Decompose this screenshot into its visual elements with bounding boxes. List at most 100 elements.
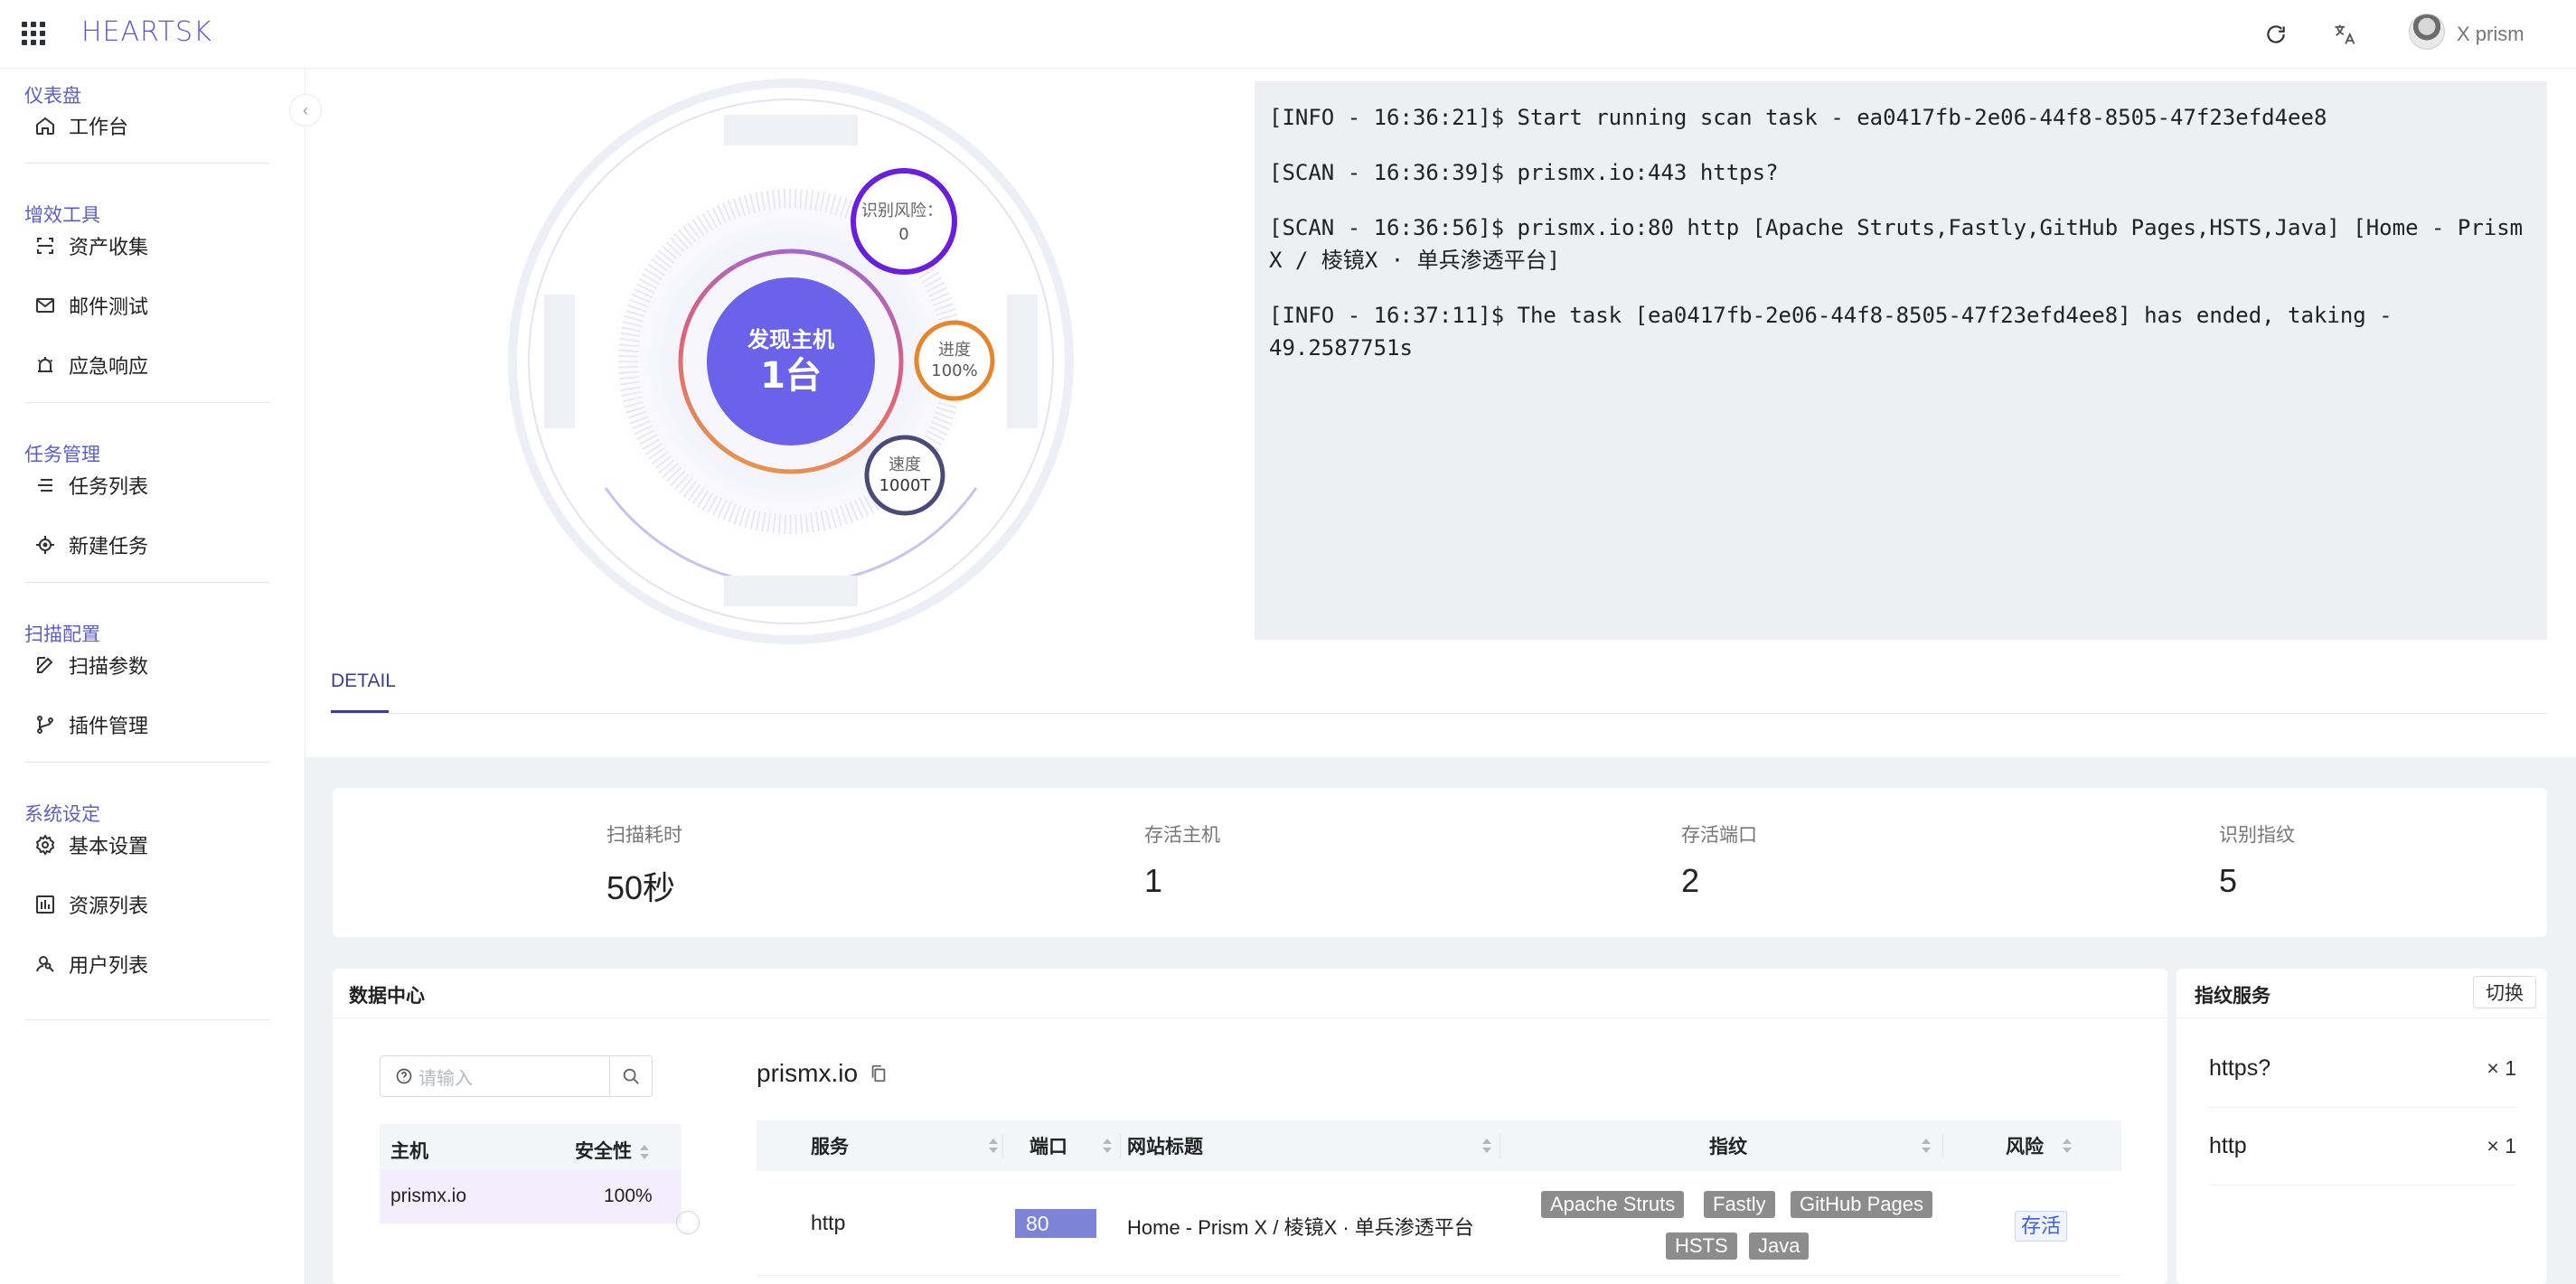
- progress-label: 进度: [938, 341, 971, 360]
- mail-icon: [36, 298, 54, 313]
- column-separator: [1942, 1134, 1943, 1157]
- collapse-sidebar-button[interactable]: ‹: [289, 94, 322, 127]
- sidebar-item-workbench[interactable]: 工作台: [34, 105, 128, 146]
- col-fingerprint: 指纹: [1709, 1137, 1747, 1157]
- username-label[interactable]: X prism: [2457, 23, 2524, 46]
- stat-fingerprints: 识别指纹 5: [2219, 820, 2295, 900]
- sidebar-item-scan-params[interactable]: 扫描参数: [34, 644, 148, 686]
- sidebar-item-asset-collection[interactable]: 资产收集: [34, 225, 148, 267]
- host-search: 请输入: [380, 1055, 653, 1097]
- sort-service[interactable]: [981, 1120, 999, 1171]
- sidebar-item-plugin-management[interactable]: 插件管理: [34, 704, 148, 745]
- scan-log-panel[interactable]: [INFO - 16:36:21]$ Start running scan ta…: [1255, 81, 2547, 640]
- copy-icon[interactable]: [869, 1063, 888, 1084]
- sidebar-item-basic-settings[interactable]: 基本设置: [34, 824, 148, 866]
- gear-icon: [35, 834, 55, 856]
- sort-icon: [1481, 1138, 1492, 1154]
- progress-value: 100%: [931, 361, 977, 380]
- col-service: 服务: [811, 1137, 849, 1157]
- sort-title[interactable]: [1474, 1120, 1492, 1171]
- nav-group-system-settings: 系统设定: [24, 804, 100, 825]
- safety-cell: 100%: [604, 1186, 653, 1206]
- sidebar-item-new-task[interactable]: 新建任务: [34, 524, 148, 566]
- sort-icon: [1102, 1138, 1113, 1154]
- sort-icon: [1921, 1138, 1932, 1154]
- edit-icon: [37, 657, 53, 673]
- table-row[interactable]: prismx.io 100%: [380, 1169, 682, 1223]
- search-placeholder: 请输入: [418, 1068, 473, 1089]
- refresh-button[interactable]: [2258, 16, 2294, 52]
- host-cell: prismx.io: [390, 1186, 467, 1206]
- log-line: [SCAN - 16:36:56]$ prismx.io:80 http [Ap…: [1269, 215, 2536, 273]
- sidebar-item-task-list[interactable]: 任务列表: [34, 464, 148, 506]
- stat-label: 存活主机: [1144, 825, 1220, 846]
- home-icon: [36, 117, 54, 135]
- stat-label: 识别指纹: [2219, 825, 2295, 846]
- column-separator: [1120, 1134, 1121, 1157]
- translate-icon: [2335, 24, 2355, 44]
- stat-label: 存活端口: [1681, 825, 1757, 846]
- fingerprint-tag: GitHub Pages: [1791, 1191, 1932, 1218]
- target-icon: [36, 536, 54, 554]
- host-search-input[interactable]: 请输入: [381, 1056, 610, 1096]
- service-cell: http: [811, 1211, 846, 1234]
- user-avatar[interactable]: [2409, 14, 2445, 50]
- radar-left-plate: [544, 295, 575, 428]
- radar-top-plate: [724, 115, 858, 145]
- risk-tag[interactable]: 存活: [2015, 1211, 2068, 1242]
- nav-divider: [24, 402, 270, 403]
- nav-divider: [24, 1019, 270, 1020]
- sort-risk[interactable]: [2054, 1120, 2073, 1171]
- list-item[interactable]: https? × 1: [2209, 1030, 2516, 1108]
- sidebar-item-label: 用户列表: [69, 954, 149, 977]
- col-safety: 安全性: [575, 1141, 632, 1162]
- sidebar-item-label: 应急响应: [69, 355, 149, 378]
- sidebar-item-label: 插件管理: [69, 715, 149, 737]
- log-line: [INFO - 16:36:21]$ Start running scan ta…: [1269, 105, 2327, 130]
- fingerprint-tag: Java: [1749, 1232, 1810, 1260]
- log-line: [INFO - 16:37:11]$ The task [ea0417fb-2e…: [1269, 303, 2406, 361]
- switch-button[interactable]: 切换: [2473, 976, 2536, 1008]
- sidebar-item-emergency-response[interactable]: 应急响应: [34, 344, 148, 386]
- sort-port[interactable]: [1095, 1120, 1113, 1171]
- title-cell: Home - Prism X / 棱镜X · 单兵渗透平台: [1127, 1216, 1474, 1239]
- alarm-icon: [37, 357, 53, 372]
- speed-value: 1000T: [879, 476, 932, 495]
- scan-icon: [37, 238, 53, 254]
- speed-label: 速度: [888, 455, 921, 474]
- apps-grid-icon[interactable]: [22, 22, 45, 45]
- service-count: × 1: [2487, 1056, 2516, 1080]
- language-button[interactable]: [2327, 16, 2363, 52]
- tab-detail[interactable]: DETAIL: [331, 670, 396, 692]
- sidebar-item-label: 工作台: [69, 116, 129, 138]
- speed-badge: [864, 435, 945, 516]
- radar-right-plate: [1007, 295, 1038, 428]
- sidebar-item-label: 新建任务: [69, 535, 149, 558]
- sort-icon: [639, 1144, 650, 1160]
- stat-scan-duration: 扫描耗时 50秒: [606, 820, 682, 909]
- nav-group-task-management: 任务管理: [24, 445, 100, 465]
- search-button[interactable]: [610, 1056, 652, 1096]
- sort-fingerprint[interactable]: [1913, 1120, 1932, 1171]
- sidebar-item-resource-list[interactable]: 资源列表: [34, 884, 148, 925]
- col-risk: 风险: [2006, 1137, 2044, 1157]
- nav-group-tools: 增效工具: [24, 205, 100, 226]
- sidebar-item-label: 资产收集: [69, 236, 149, 258]
- user-search-icon: [36, 956, 54, 972]
- service-name: http: [2209, 1133, 2247, 1158]
- table-row: http 80 Home - Prism X / 棱镜X · 单兵渗透平台 Ap…: [757, 1171, 2121, 1276]
- chart-box-icon: [36, 895, 54, 914]
- sidebar-item-mail-test[interactable]: 邮件测试: [34, 285, 148, 326]
- col-host: 主机: [390, 1141, 428, 1162]
- log-line: [SCAN - 16:36:39]$ prismx.io:443 https?: [1269, 160, 1779, 185]
- search-icon: [623, 1068, 639, 1084]
- sidebar-item-label: 资源列表: [69, 895, 149, 917]
- row-select-radio[interactable]: [676, 1211, 700, 1234]
- list-item[interactable]: http × 1: [2209, 1108, 2516, 1186]
- app-logo[interactable]: HEARTSK: [81, 16, 212, 48]
- fingerprint-tag: HSTS: [1666, 1232, 1737, 1260]
- nav-divider: [24, 582, 270, 583]
- scan-stats-card: 扫描耗时 50秒 存活主机 1 存活端口 2 识别指纹 5: [333, 788, 2547, 937]
- sidebar-item-user-list[interactable]: 用户列表: [34, 943, 148, 985]
- col-safety-sort[interactable]: 安全性: [575, 1137, 650, 1164]
